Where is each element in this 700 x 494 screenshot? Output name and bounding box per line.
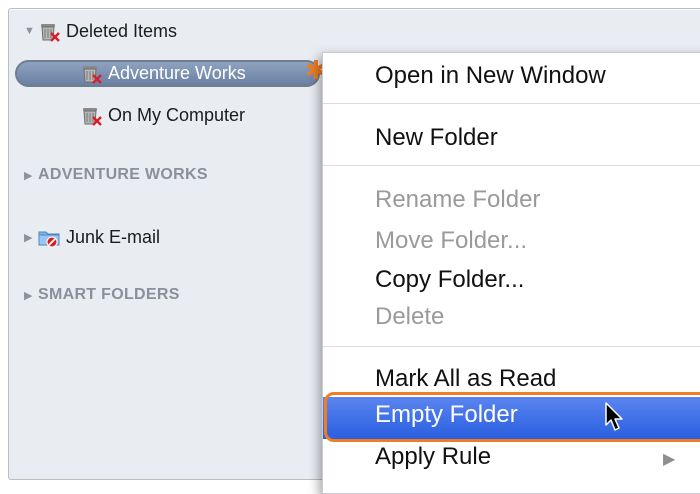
disclosure-closed-icon[interactable]: ▶ <box>24 289 38 302</box>
disclosure-open-icon[interactable]: ▼ <box>24 25 38 37</box>
section-smart-folders[interactable]: ▶ SMART FOLDERS <box>24 286 180 304</box>
section-label: SMART FOLDERS <box>38 286 180 303</box>
tree-item-on-my-computer[interactable]: On My Computer <box>80 104 245 126</box>
menu-item-new-folder[interactable]: New Folder <box>375 124 498 152</box>
menu-separator <box>323 165 700 166</box>
submenu-arrow-icon: ▶ <box>663 451 676 468</box>
junk-folder-icon <box>38 226 60 248</box>
callout-highlight <box>324 392 700 442</box>
trash-icon <box>80 62 102 84</box>
tree-item-label: On My Computer <box>108 104 246 125</box>
disclosure-closed-icon[interactable]: ▶ <box>24 169 38 182</box>
tree-item-deleted-items[interactable]: ▼ Deleted Items <box>24 20 177 42</box>
menu-item-delete[interactable]: Delete <box>375 303 444 331</box>
section-label: ADVENTURE WORKS <box>38 166 208 183</box>
tree-item-junk-email[interactable]: ▶ Junk E-mail <box>24 226 160 248</box>
menu-separator <box>323 103 700 104</box>
menu-item-mark-all-read[interactable]: Mark All as Read <box>375 365 556 393</box>
trash-icon <box>38 20 60 42</box>
tree-item-label: Junk E-mail <box>66 226 161 247</box>
disclosure-closed-icon[interactable]: ▶ <box>24 231 38 244</box>
menu-item-copy-folder[interactable]: Copy Folder... <box>375 266 524 294</box>
trash-icon <box>80 104 102 126</box>
tree-item-label: Deleted Items <box>66 20 178 41</box>
tree-item-label: Adventure Works <box>108 62 246 83</box>
menu-item-apply-rule[interactable]: Apply Rule <box>375 443 491 471</box>
section-adventure-works[interactable]: ▶ ADVENTURE WORKS <box>24 166 208 184</box>
menu-separator <box>323 346 700 347</box>
tree-item-adventure-works[interactable]: Adventure Works <box>80 62 246 84</box>
cursor-icon <box>605 402 623 431</box>
menu-item-move-folder[interactable]: Move Folder... <box>375 227 527 255</box>
menu-item-open-new-window[interactable]: Open in New Window <box>375 62 606 90</box>
menu-item-rename-folder[interactable]: Rename Folder <box>375 186 540 214</box>
